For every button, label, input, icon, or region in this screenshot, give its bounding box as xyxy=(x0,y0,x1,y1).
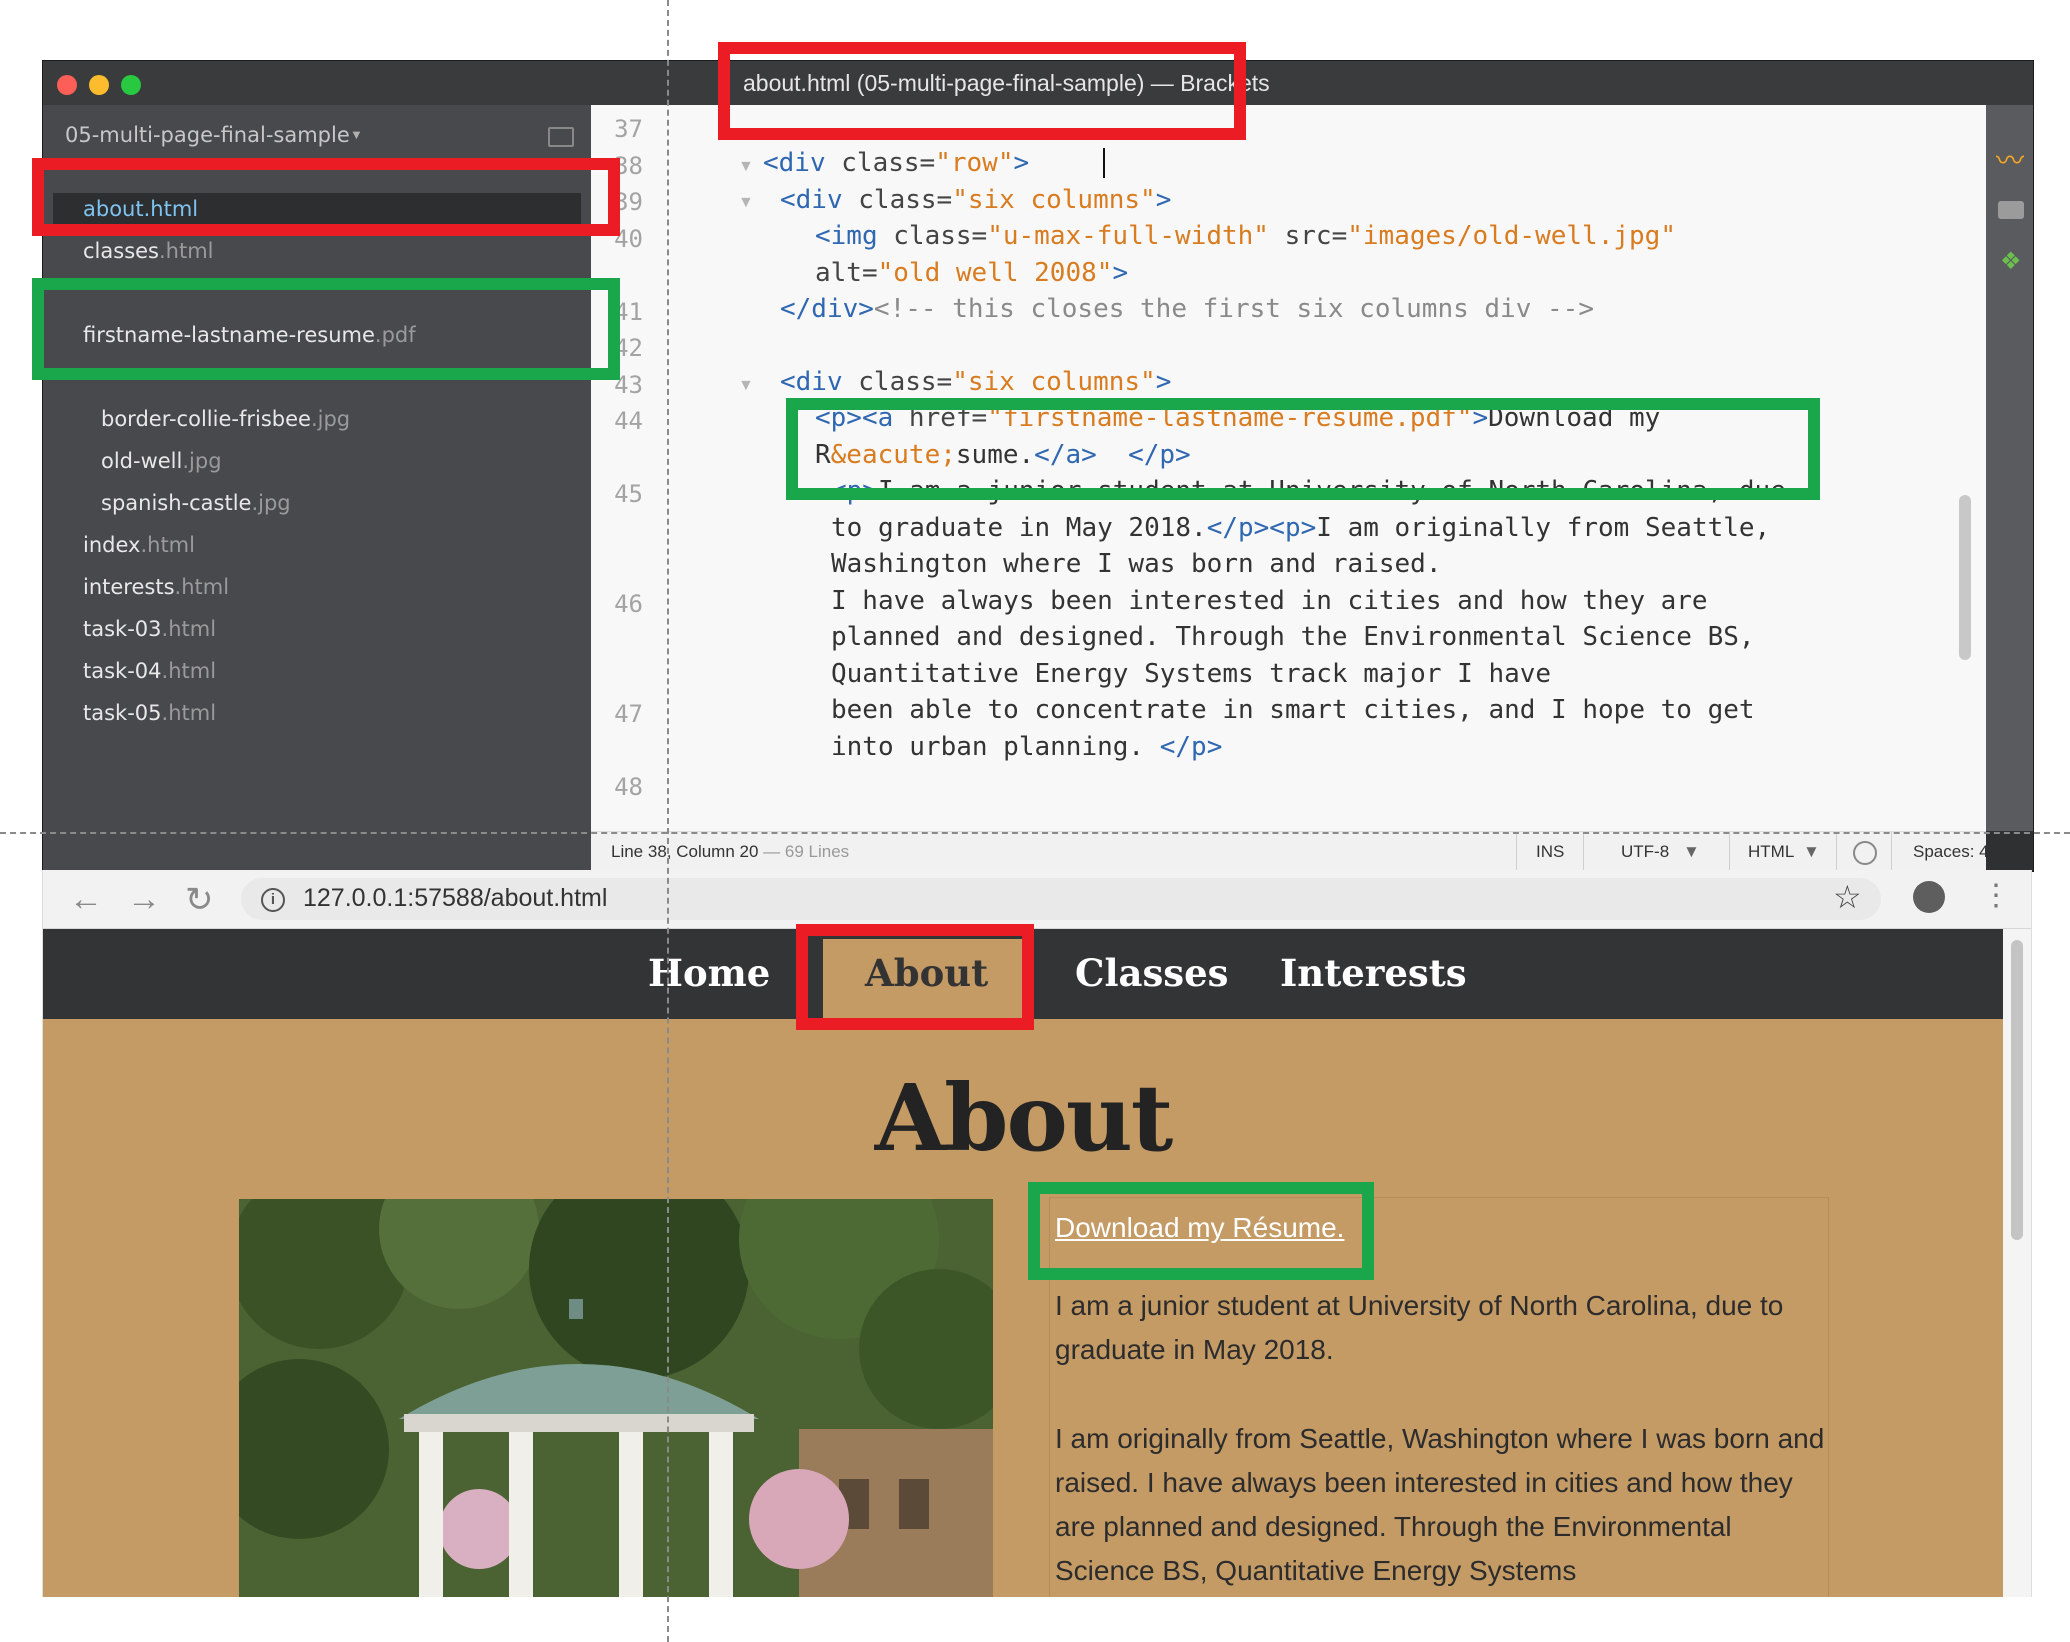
nav-link-interests[interactable]: Interests xyxy=(1280,951,1467,995)
browser-toolbar: ← → ↻ i 127.0.0.1:57588/about.html ☆ ⋮ xyxy=(43,870,2031,929)
status-divider xyxy=(1583,832,1584,871)
code-line-46-wrap-1: planned and designed. Through the Enviro… xyxy=(831,622,1755,652)
code-line-47: been able to concentrate in smart cities… xyxy=(831,695,1755,725)
minimize-window-button[interactable] xyxy=(89,75,109,95)
chevron-down-icon[interactable]: ▼ xyxy=(1803,842,1820,862)
highlight-download-link-box xyxy=(1028,1182,1374,1280)
extension-manager-icon[interactable] xyxy=(1998,201,2024,219)
highlight-about-file-box xyxy=(32,158,620,236)
line-number: 45 xyxy=(614,480,643,508)
line-number: 48 xyxy=(614,773,643,801)
highlight-code-link-box xyxy=(786,398,1820,500)
page-title: About xyxy=(874,1064,1173,1172)
file-item-task-04[interactable]: task-04.html xyxy=(83,659,216,683)
old-well-photo xyxy=(239,1199,993,1597)
old-well-image xyxy=(239,1199,993,1597)
linter-status-icon[interactable] xyxy=(1853,841,1877,865)
file-item-task-03[interactable]: task-03.html xyxy=(83,617,216,641)
language-select[interactable]: HTML xyxy=(1748,842,1794,862)
code-line-47-wrap: into urban planning. </p> xyxy=(831,732,1223,762)
fold-arrow-icon[interactable]: ▼ xyxy=(738,377,754,395)
info-icon[interactable]: i xyxy=(261,888,285,912)
code-line-40-wrap: alt="old well 2008"> xyxy=(815,258,1129,288)
code-line-38: <div class="row"> xyxy=(763,148,1030,178)
code-line-39: <div class="six columns"> xyxy=(780,185,1172,215)
paragraph-background: I am originally from Seattle, Washington… xyxy=(1055,1423,1825,1586)
highlight-resume-file-box xyxy=(32,278,620,380)
back-arrow-icon[interactable]: ← xyxy=(69,880,103,919)
code-line-46: I have always been interested in cities … xyxy=(831,586,1708,616)
bookmark-star-icon[interactable]: ☆ xyxy=(1833,878,1862,916)
chevron-down-icon[interactable]: ▼ xyxy=(1683,842,1700,862)
line-number: 37 xyxy=(614,115,643,143)
status-divider xyxy=(1729,832,1730,871)
highlight-title-box xyxy=(718,42,1246,140)
encoding-select[interactable]: UTF-8 xyxy=(1621,842,1669,862)
line-number: 47 xyxy=(614,700,643,728)
cursor-position: Line 38, Column 20 — 69 Lines xyxy=(611,842,850,861)
highlight-about-nav-box xyxy=(796,924,1034,1030)
page-scrollbar-thumb[interactable] xyxy=(2011,940,2023,1240)
file-item-interests[interactable]: interests.html xyxy=(83,575,229,599)
status-divider xyxy=(1891,832,1892,871)
code-line-45-wrap-2: Washington where I was born and raised. xyxy=(831,549,1442,579)
file-item-old-well[interactable]: old-well.jpg xyxy=(101,449,222,473)
status-divider xyxy=(1516,832,1517,871)
editor-scrollbar[interactable] xyxy=(1959,495,1971,660)
project-title[interactable]: 05-multi-page-final-sample xyxy=(65,123,350,147)
status-divider xyxy=(1836,832,1837,871)
guide-line-horizontal xyxy=(0,832,2070,834)
extension-toolbar: 〰 ❖ xyxy=(1986,105,2033,831)
code-line-40: <img class="u-max-full-width" src="image… xyxy=(815,221,1676,251)
line-number: 46 xyxy=(614,590,643,618)
chevron-down-icon[interactable]: ▼ xyxy=(350,127,363,142)
code-line-43: <div class="six columns"> xyxy=(780,367,1172,397)
nav-link-classes[interactable]: Classes xyxy=(1075,951,1229,995)
guide-line-vertical xyxy=(667,0,669,1642)
gift-icon[interactable]: ❖ xyxy=(2000,247,2022,276)
forward-arrow-icon[interactable]: → xyxy=(127,880,161,919)
paragraph-intro: I am a junior student at University of N… xyxy=(1055,1290,1784,1365)
file-item-index[interactable]: index.html xyxy=(83,533,195,557)
editor-status-bar: Line 38, Column 20 — 69 Lines INS UTF-8 … xyxy=(591,831,1989,871)
live-preview-icon[interactable]: 〰 xyxy=(1996,139,2024,179)
file-item-classes[interactable]: classes.html xyxy=(83,239,214,263)
zoom-window-button[interactable] xyxy=(121,75,141,95)
close-window-button[interactable] xyxy=(57,75,77,95)
fold-arrow-icon[interactable]: ▼ xyxy=(738,158,754,176)
indent-setting[interactable]: Spaces: 4 xyxy=(1913,842,1989,862)
file-item-border-collie[interactable]: border-collie-frisbee.jpg xyxy=(101,407,350,431)
url-text[interactable]: 127.0.0.1:57588/about.html xyxy=(303,884,607,913)
profile-avatar-icon[interactable] xyxy=(1913,881,1945,913)
text-cursor xyxy=(1103,148,1105,178)
code-line-45-wrap-1: to graduate in May 2018.</p><p>I am orig… xyxy=(831,513,1771,543)
split-view-icon[interactable] xyxy=(548,127,574,147)
file-item-spanish-castle[interactable]: spanish-castle.jpg xyxy=(101,491,291,515)
line-number: 44 xyxy=(614,407,643,435)
code-line-46-wrap-2: Quantitative Energy Systems track major … xyxy=(831,659,1552,689)
file-item-task-05[interactable]: task-05.html xyxy=(83,701,216,725)
fold-arrow-icon[interactable]: ▼ xyxy=(738,194,754,212)
reload-icon[interactable]: ↻ xyxy=(185,880,214,920)
browser-menu-icon[interactable]: ⋮ xyxy=(1981,878,2011,913)
insert-mode[interactable]: INS xyxy=(1536,842,1564,862)
code-line-41: </div><!-- this closes the first six col… xyxy=(780,294,1594,324)
